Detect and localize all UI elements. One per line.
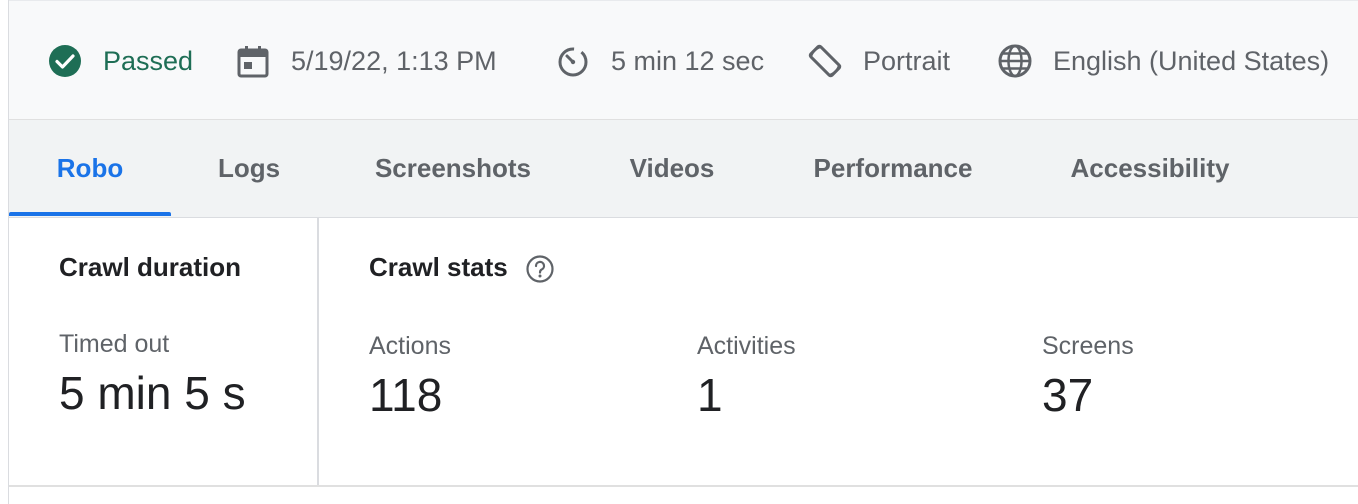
activities-value: 1 (697, 369, 723, 421)
card-bottom-divider (9, 485, 1358, 487)
calendar-icon (235, 43, 271, 79)
test-result-card: Passed 5/19/22, 1:13 PM 5 min 12 sec Por… (8, 0, 1358, 504)
status-chip: Passed (47, 39, 193, 83)
tab-performance[interactable]: Performance (799, 120, 987, 217)
actions-label: Actions (369, 332, 451, 360)
screen-rotation-icon (807, 43, 843, 79)
crawl-stats-panel: Crawl stats Actions 118 Activities 1 Scr… (319, 218, 1358, 486)
datetime-chip: 5/19/22, 1:13 PM (235, 39, 497, 83)
locale-text: English (United States) (1053, 45, 1330, 76)
duration-text: 5 min 12 sec (611, 45, 765, 76)
tab-screenshots[interactable]: Screenshots (361, 120, 545, 217)
tab-videos[interactable]: Videos (613, 120, 731, 217)
crawl-duration-value: 5 min 5 s (59, 367, 246, 419)
datetime-text: 5/19/22, 1:13 PM (291, 45, 497, 76)
activities-label: Activities (697, 332, 796, 360)
screens-label: Screens (1042, 332, 1134, 360)
tab-robo[interactable]: Robo (9, 120, 171, 217)
orientation-text: Portrait (863, 45, 951, 76)
tab-logs[interactable]: Logs (205, 120, 293, 217)
crawl-duration-label: Timed out (59, 330, 170, 358)
crawl-duration-panel: Crawl duration Timed out 5 min 5 s (9, 218, 319, 486)
orientation-chip: Portrait (807, 39, 950, 83)
help-circle-icon[interactable] (525, 254, 555, 284)
check-circle-icon (47, 43, 83, 79)
crawl-duration-heading: Crawl duration (59, 252, 242, 282)
crawl-stats-heading: Crawl stats (369, 252, 508, 282)
screens-value: 37 (1042, 369, 1094, 421)
active-tab-indicator (9, 212, 171, 216)
tab-bar: Robo Logs Screenshots Videos Performance… (9, 120, 1358, 218)
test-summary-bar: Passed 5/19/22, 1:13 PM 5 min 12 sec Por… (9, 0, 1358, 120)
tab-accessibility[interactable]: Accessibility (1055, 120, 1245, 217)
timer-icon (555, 43, 591, 79)
status-text: Passed (103, 45, 194, 76)
duration-chip: 5 min 12 sec (555, 39, 764, 83)
globe-icon (997, 43, 1033, 79)
actions-value: 118 (369, 369, 443, 421)
locale-chip: English (United States) (997, 39, 1329, 83)
